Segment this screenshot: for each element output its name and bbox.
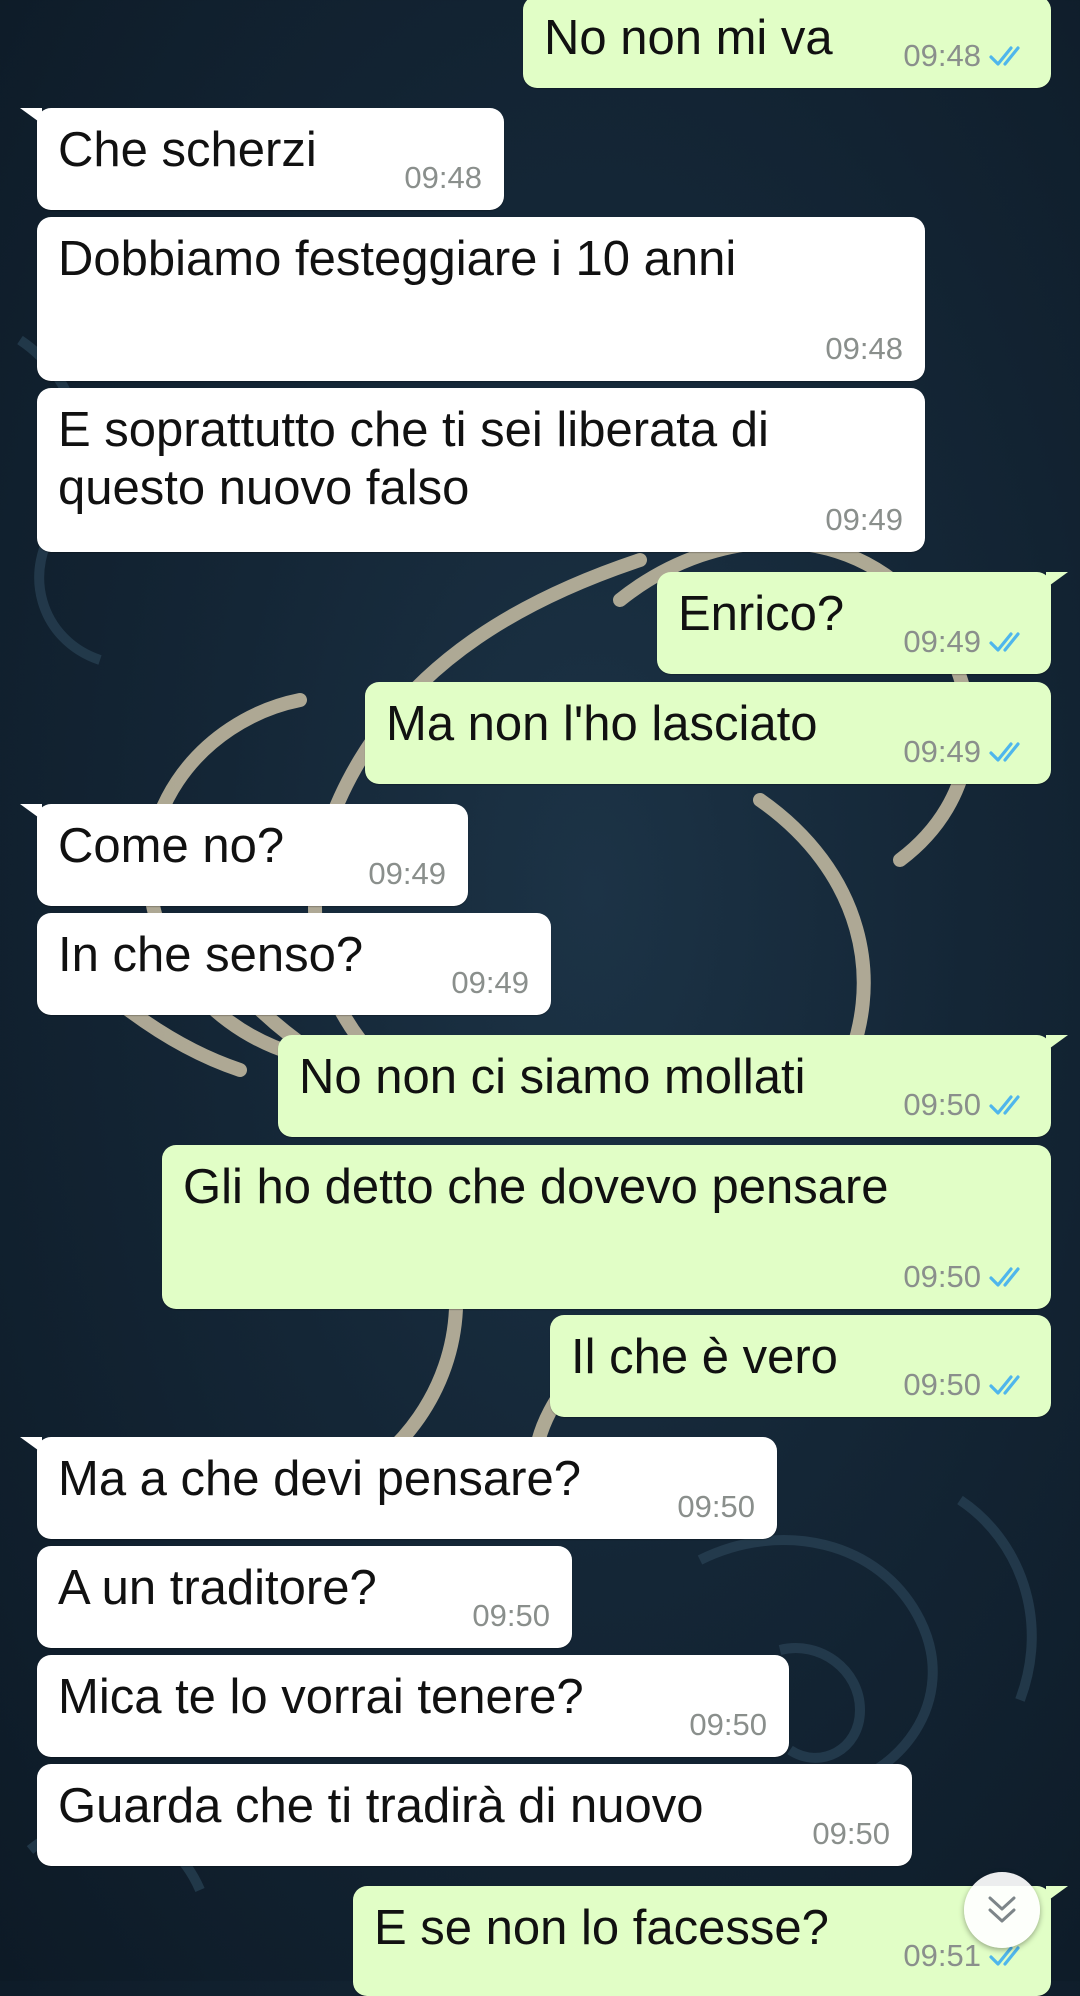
message-meta: 09:49 xyxy=(903,734,1029,770)
message-time: 09:49 xyxy=(903,734,981,769)
message-meta: 09:49 xyxy=(368,856,446,892)
message-bubble-outgoing[interactable]: Ma non l'ho lasciato 09:49 xyxy=(365,682,1051,784)
message-bubble-incoming[interactable]: Come no? 09:49 xyxy=(20,804,468,906)
double-check-icon xyxy=(989,1946,1020,1966)
message-time: 09:50 xyxy=(472,1598,550,1633)
message-meta: 09:49 xyxy=(451,965,529,1001)
double-check-icon xyxy=(989,46,1020,66)
message-text: Mica te lo vorrai tenere? xyxy=(58,1670,584,1724)
message-meta: 09:48 xyxy=(825,331,903,367)
message-bubble-incoming[interactable]: Guarda che ti tradirà di nuovo 09:50 xyxy=(37,1764,912,1866)
message-text: Guarda che ti tradirà di nuovo xyxy=(58,1779,704,1833)
message-time: 09:49 xyxy=(368,856,446,891)
message-text: Gli ho detto che dovevo pensare xyxy=(183,1160,889,1214)
message-bubble-outgoing[interactable]: No non mi va 09:48 xyxy=(523,0,1051,88)
message-time: 09:50 xyxy=(903,1367,981,1402)
message-time: 09:49 xyxy=(903,624,981,659)
message-meta: 09:50 xyxy=(677,1489,755,1525)
message-meta: 09:48 xyxy=(903,38,1029,74)
message-meta: 09:50 xyxy=(903,1259,1029,1295)
message-time: 09:50 xyxy=(903,1087,981,1122)
double-check-icon xyxy=(989,1375,1020,1395)
message-text: Dobbiamo festeggiare i 10 anni xyxy=(58,232,737,286)
double-chevron-down-icon xyxy=(988,1896,1016,1923)
message-bubble-outgoing[interactable]: E se non lo facesse? 09:51 xyxy=(353,1886,1068,1996)
message-bubble-outgoing[interactable]: Il che è vero 09:50 xyxy=(550,1315,1051,1417)
message-time: 09:48 xyxy=(404,160,482,195)
message-time: 09:50 xyxy=(689,1707,767,1742)
message-meta: 09:50 xyxy=(903,1087,1029,1123)
message-bubble-incoming[interactable]: Mica te lo vorrai tenere? 09:50 xyxy=(37,1655,789,1757)
message-time: 09:50 xyxy=(812,1816,890,1851)
message-time: 09:50 xyxy=(677,1489,755,1524)
message-meta: 09:49 xyxy=(903,624,1029,660)
message-time: 09:48 xyxy=(825,331,903,366)
message-meta: 09:48 xyxy=(404,160,482,196)
message-time: 09:51 xyxy=(903,1938,981,1973)
message-bubble-incoming[interactable]: Dobbiamo festeggiare i 10 anni 09:48 xyxy=(37,217,925,381)
message-bubble-incoming[interactable]: A un traditore? 09:50 xyxy=(37,1546,572,1648)
message-bubble-outgoing[interactable]: No non ci siamo mollati 09:50 xyxy=(278,1035,1068,1137)
message-time: 09:50 xyxy=(903,1259,981,1294)
message-meta: 09:50 xyxy=(812,1816,890,1852)
double-check-icon xyxy=(989,742,1020,762)
message-time: 09:49 xyxy=(825,502,903,537)
message-meta: 09:50 xyxy=(689,1707,767,1743)
message-meta: 09:50 xyxy=(472,1598,550,1634)
message-text: Ma a che devi pensare? xyxy=(58,1452,581,1506)
message-text: E soprattutto che ti sei liberata di que… xyxy=(58,403,769,515)
message-time: 09:49 xyxy=(451,965,529,1000)
message-bubble-incoming[interactable]: Che scherzi 09:48 xyxy=(20,108,504,210)
message-bubble-outgoing[interactable]: Enrico? 09:49 xyxy=(657,572,1068,674)
message-bubble-incoming[interactable]: E soprattutto che ti sei liberata di que… xyxy=(37,388,925,552)
message-meta: 09:49 xyxy=(825,502,903,538)
message-bubble-incoming[interactable]: In che senso? 09:49 xyxy=(37,913,551,1015)
message-bubble-incoming[interactable]: Ma a che devi pensare? 09:50 xyxy=(20,1437,777,1539)
double-check-icon xyxy=(989,632,1020,652)
double-check-icon xyxy=(989,1095,1020,1115)
scroll-to-bottom-button[interactable] xyxy=(964,1872,1040,1948)
message-bubble-outgoing[interactable]: Gli ho detto che dovevo pensare 09:50 xyxy=(162,1145,1051,1309)
double-check-icon xyxy=(989,1267,1020,1287)
message-meta: 09:50 xyxy=(903,1367,1029,1403)
message-time: 09:48 xyxy=(903,38,981,73)
